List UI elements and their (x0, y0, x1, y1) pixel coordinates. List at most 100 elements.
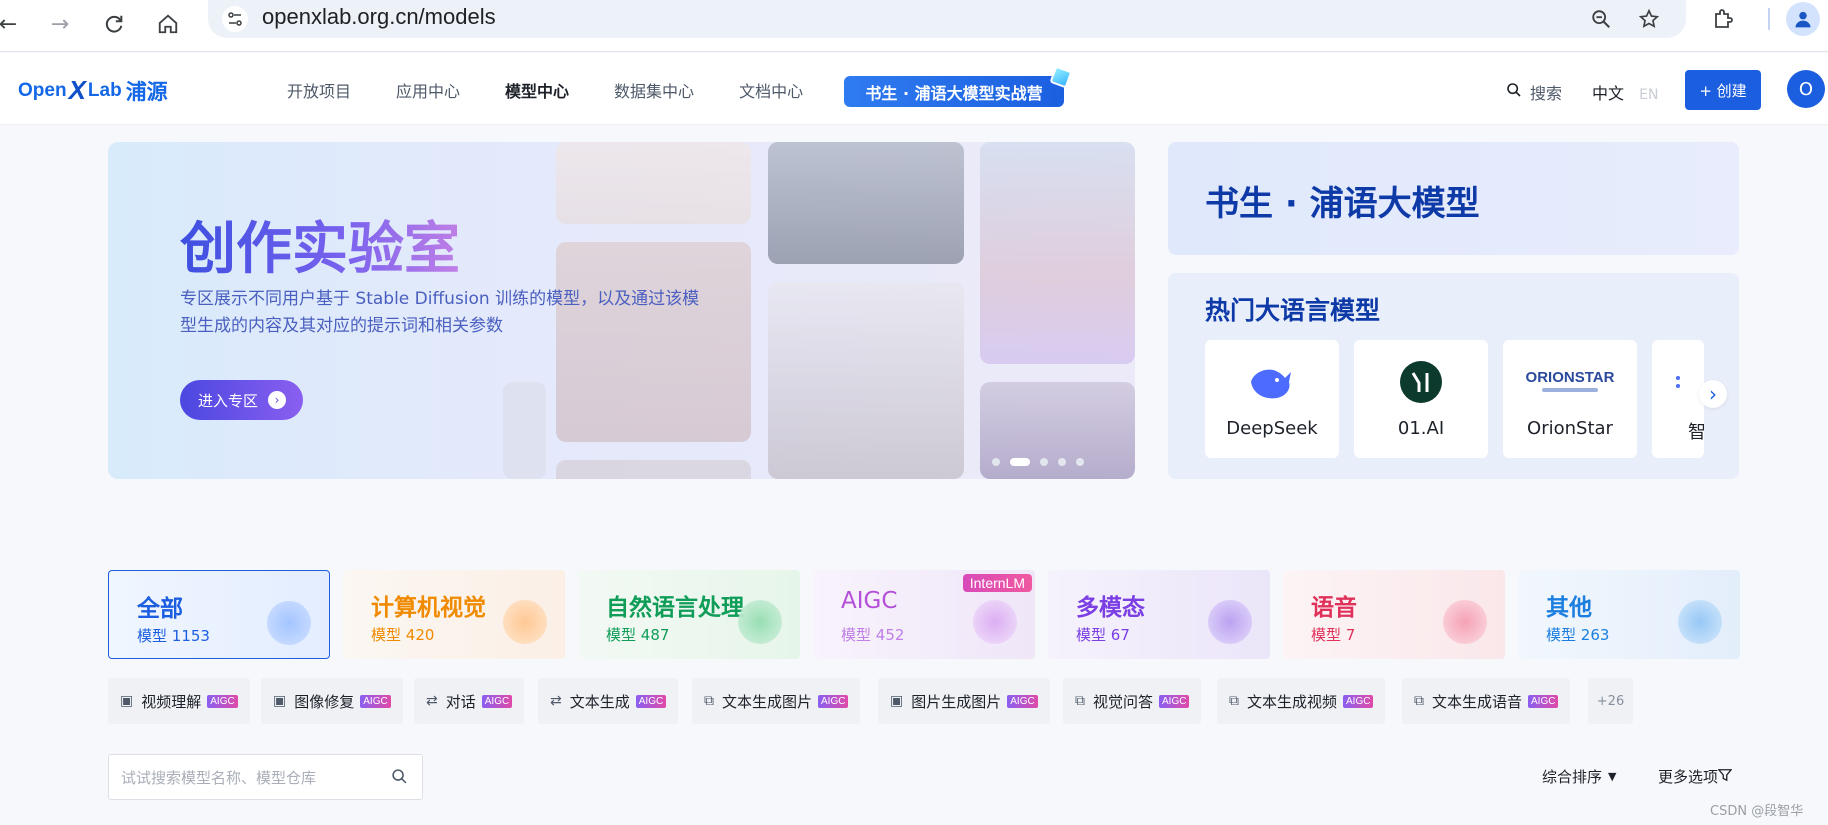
browser-toolbar: ← → openxlab.org.cn/models (0, 0, 1828, 52)
creative-lab-description: 专区展示不同用户基于 Stable Diffusion 训练的模型，以及通过该模… (180, 289, 700, 336)
category-nlp[interactable]: 自然语言处理 模型 487 (578, 570, 800, 659)
aigc-badge: AIGC (207, 694, 238, 708)
language-switch: 中文 EN (1592, 80, 1658, 104)
chevron-right-icon[interactable]: › (1699, 380, 1727, 408)
create-button[interactable]: + 创建 (1685, 70, 1761, 110)
logo-lab-text: Lab (87, 79, 122, 101)
bookmark-star-icon[interactable] (1632, 2, 1666, 36)
svg-text:ORIONSTAR: ORIONSTAR (1526, 369, 1615, 386)
search-icon[interactable] (391, 768, 408, 789)
carousel-dot[interactable] (1058, 458, 1066, 466)
tag-label: 图像修复 (294, 692, 355, 711)
brand-tile-deepseek[interactable]: DeepSeek (1205, 340, 1339, 458)
sort-dropdown[interactable]: 综合排序 ▼ (1542, 766, 1616, 787)
tag-visual-qa[interactable]: ⧉ 视觉问答 AIGC (1063, 678, 1202, 724)
home-icon[interactable] (150, 6, 186, 42)
category-count: 模型 7 (1311, 624, 1355, 645)
internlm-title: 书生 · 浦语大模型 (1205, 184, 1480, 224)
brand-tile-orionstar[interactable]: ORIONSTAR OrionStar (1503, 340, 1637, 458)
internlm-camp-banner[interactable]: 书生 · 浦语大模型实战营 (844, 65, 1073, 107)
category-count: 模型 67 (1076, 624, 1130, 645)
category-speech[interactable]: 语音 模型 7 (1283, 570, 1505, 659)
lang-en[interactable]: EN (1639, 87, 1658, 103)
user-avatar[interactable]: O (1787, 70, 1825, 108)
sparkle-icon (973, 600, 1017, 644)
copy-icon: ⧉ (704, 693, 714, 709)
count-value: 487 (640, 626, 670, 644)
carousel-dot[interactable] (1040, 458, 1048, 466)
site-settings-icon[interactable] (222, 6, 248, 32)
category-count: 模型 420 (371, 624, 434, 645)
carousel-dot[interactable] (992, 458, 1000, 466)
more-options-label: 更多选项 (1658, 768, 1719, 786)
brand-name: OrionStar (1527, 418, 1613, 439)
forward-arrow-icon[interactable]: → (42, 6, 78, 42)
nav-app-center[interactable]: 应用中心 (396, 78, 460, 102)
creative-lab-banner[interactable]: 创作实验室 专区展示不同用户基于 Stable Diffusion 训练的模型，… (108, 142, 1135, 479)
enter-zone-button[interactable]: 进入专区 › (180, 380, 303, 420)
tag-label: 文本生成 (569, 692, 630, 711)
openxlab-logo[interactable]: Open X Lab 浦源 (18, 75, 168, 106)
grid-icon (1678, 600, 1722, 644)
tag-text-generation[interactable]: ⇄ 文本生成 AIGC (538, 678, 679, 724)
lang-zh[interactable]: 中文 (1592, 84, 1624, 103)
reload-icon[interactable] (96, 6, 132, 42)
category-cv[interactable]: 计算机视觉 模型 420 (343, 570, 565, 659)
brand-name: 智 (1688, 422, 1704, 443)
copy-icon: ⧉ (1229, 693, 1239, 709)
cube-icon (1049, 65, 1073, 89)
aigc-badge: AIGC (1343, 694, 1374, 708)
tag-text-to-speech[interactable]: ⧉ 文本生成语音 AIGC (1402, 678, 1571, 724)
count-value: 452 (875, 626, 905, 644)
count-label: 模型 (1546, 626, 1577, 644)
carousel-dot-active[interactable] (1010, 458, 1030, 466)
nlp-icon (738, 600, 782, 644)
carousel-dot[interactable] (1076, 458, 1084, 466)
more-options-button[interactable]: 更多选项 (1658, 766, 1733, 787)
category-multimodal[interactable]: 多模态 模型 67 (1048, 570, 1270, 659)
count-label: 模型 (606, 626, 637, 644)
category-other[interactable]: 其他 模型 263 (1518, 570, 1740, 659)
tag-label: 文本生成语音 (1432, 692, 1523, 711)
nav-docs-center[interactable]: 文档中心 (739, 78, 803, 102)
count-label: 模型 (371, 626, 402, 644)
extensions-icon[interactable] (1706, 2, 1740, 36)
brand-tile-partial[interactable]: 智 (1652, 340, 1704, 458)
category-all[interactable]: 全部 模型 1153 (108, 570, 330, 659)
grid-icon (267, 601, 311, 645)
tag-label: 文本生成图片 (722, 692, 813, 711)
category-name: AIGC (841, 588, 898, 614)
toolbar-divider (1768, 8, 1770, 30)
nav-model-center[interactable]: 模型中心 (505, 78, 569, 102)
profile-icon[interactable] (1786, 2, 1820, 36)
count-value: 7 (1345, 626, 1356, 644)
brand-tile-01ai[interactable]: 01.AI (1354, 340, 1488, 458)
tag-video-understanding[interactable]: ▣ 视频理解 AIGC (108, 678, 250, 724)
nav-open-projects[interactable]: 开放项目 (287, 78, 351, 102)
internlm-card[interactable]: 书生 · 浦语大模型 (1168, 142, 1739, 255)
tag-image-restoration[interactable]: ▣ 图像修复 AIGC (261, 678, 403, 724)
category-aigc[interactable]: AIGC 模型 452 InternLM (813, 570, 1035, 659)
tag-text-to-image[interactable]: ⧉ 文本生成图片 AIGC (692, 678, 861, 724)
tag-text-to-video[interactable]: ⧉ 文本生成视频 AIGC (1217, 678, 1386, 724)
back-arrow-icon[interactable]: ← (0, 6, 26, 42)
filter-icon (1717, 768, 1733, 786)
count-value: 67 (1110, 626, 1130, 644)
address-bar[interactable]: openxlab.org.cn/models (208, 0, 1686, 38)
category-count: 模型 487 (606, 624, 669, 645)
aigc-badge: AIGC (1528, 694, 1559, 708)
copy-icon: ⧉ (1414, 693, 1424, 709)
header-search[interactable]: 搜索 (1506, 80, 1562, 104)
model-search-input[interactable] (121, 765, 381, 791)
brand-logo-icon (1652, 360, 1704, 404)
category-name: 语音 (1311, 595, 1357, 621)
url-text[interactable]: openxlab.org.cn/models (262, 4, 496, 30)
carousel-dots (992, 458, 1094, 466)
tag-dialogue[interactable]: ⇄ 对话 AIGC (414, 678, 525, 724)
image-icon: ▣ (890, 693, 904, 709)
tag-image-to-image[interactable]: ▣ 图片生成图片 AIGC (878, 678, 1050, 724)
tags-more-button[interactable]: +26 (1588, 678, 1633, 724)
01ai-logo-icon (1354, 360, 1488, 404)
nav-dataset-center[interactable]: 数据集中心 (614, 78, 694, 102)
zoom-icon[interactable] (1584, 2, 1618, 36)
